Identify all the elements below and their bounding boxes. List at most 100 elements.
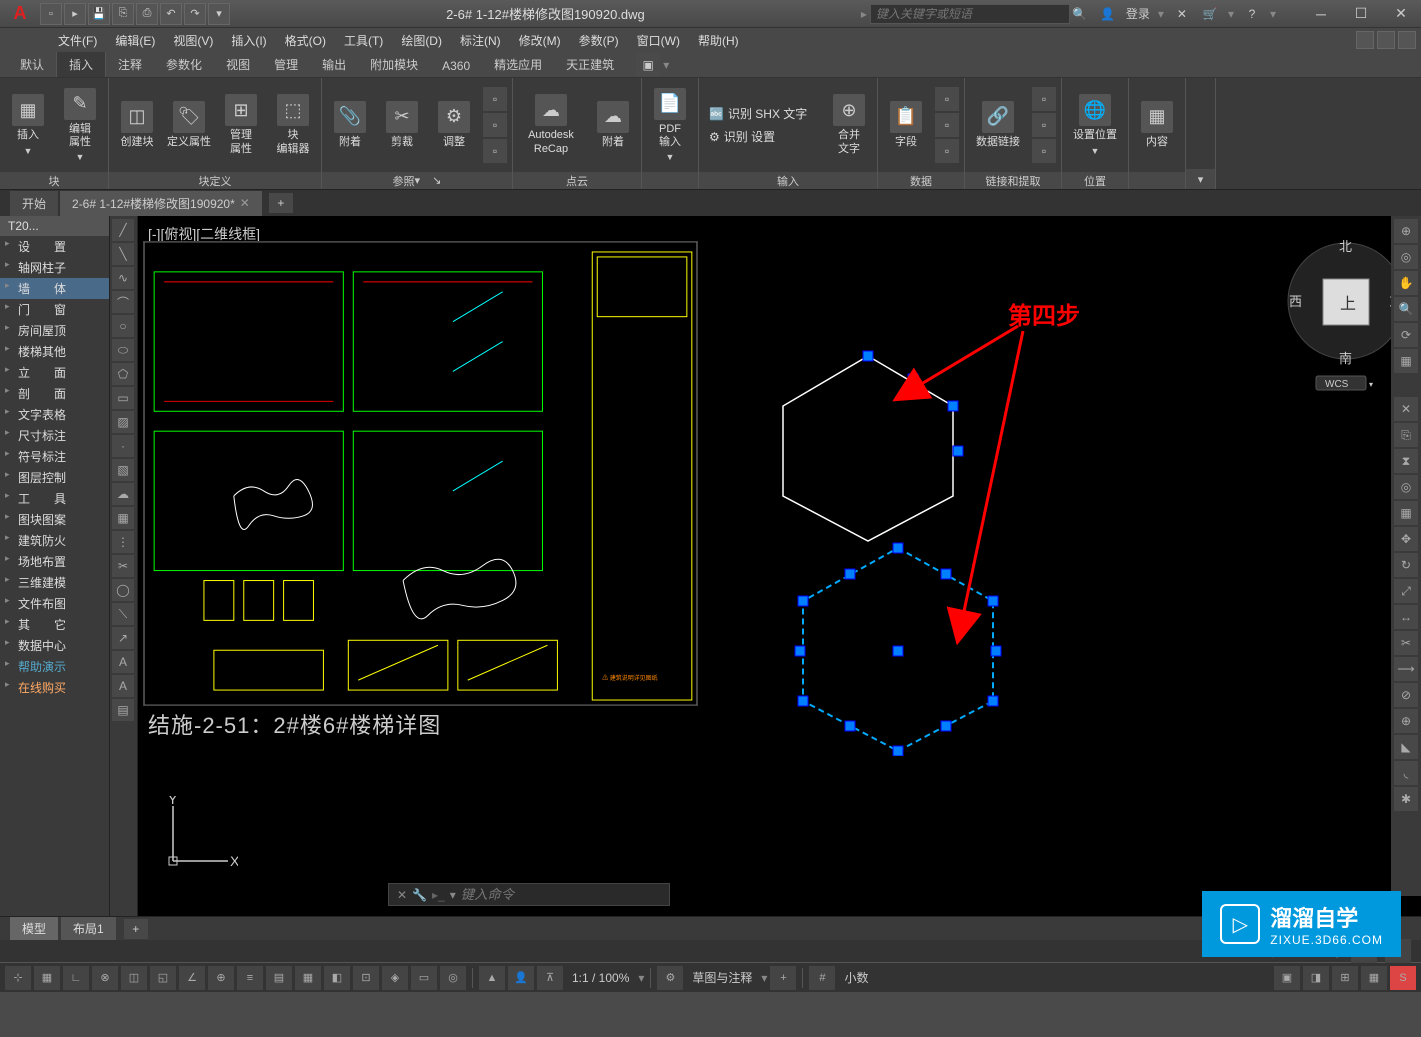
sidebar-item-fire[interactable]: 建筑防火 (0, 530, 109, 551)
point-tool-icon[interactable]: · (112, 435, 134, 457)
status-tb-icon[interactable]: ◎ (440, 966, 466, 990)
status-sogou-icon[interactable]: S (1390, 966, 1416, 990)
sidebar-item-text[interactable]: 文字表格 (0, 404, 109, 425)
menu-draw[interactable]: 绘图(D) (393, 29, 450, 52)
sidebar-item-room[interactable]: 房间屋顶 (0, 320, 109, 341)
file-tab-close-icon[interactable]: ✕ (240, 196, 250, 210)
spline-tool-icon[interactable]: ∿ (112, 267, 134, 289)
model-tab[interactable]: 模型 (10, 917, 58, 940)
sidebar-item-grid[interactable]: 轴网柱子 (0, 257, 109, 278)
sidebar-item-symbol[interactable]: 符号标注 (0, 446, 109, 467)
status-iso-icon[interactable]: ▲ (479, 966, 505, 990)
recognize-settings-button[interactable]: ⚙识别 设置 (704, 126, 820, 147)
mini-restore-icon[interactable] (1377, 31, 1395, 49)
revcloud-tool-icon[interactable]: ☁ (112, 483, 134, 505)
status-lwt-icon[interactable]: ≡ (237, 966, 263, 990)
status-3dosnap-icon[interactable]: ◱ (150, 966, 176, 990)
menu-edit[interactable]: 编辑(E) (107, 29, 163, 52)
ribbon-expand-icon[interactable]: ▣ (636, 53, 660, 77)
sidebar-item-section[interactable]: 剖 面 (0, 383, 109, 404)
ribbon-tab-a360[interactable]: A360 (430, 55, 482, 77)
mod-stretch-icon[interactable]: ↔ (1394, 605, 1418, 629)
manage-attr-button[interactable]: ⊞管理 属性 (216, 81, 266, 169)
ribbon-tab-tianzheng[interactable]: 天正建筑 (554, 52, 626, 77)
set-location-button[interactable]: 🌐设置位置▼ (1065, 81, 1125, 169)
cmd-wrench-icon[interactable]: 🔧 (412, 888, 427, 902)
ribbon-tab-annotate[interactable]: 注释 (106, 52, 154, 77)
ribbon-tab-manage[interactable]: 管理 (262, 52, 310, 77)
layout-add-button[interactable]: + (124, 919, 148, 939)
sidebar-item-help[interactable]: 帮助演示 (0, 656, 109, 677)
qat-dropdown-icon[interactable]: ▾ (208, 3, 230, 25)
maximize-button[interactable]: ☐ (1341, 0, 1381, 28)
qat-open-icon[interactable]: ▸ (64, 3, 86, 25)
mod-move-icon[interactable]: ✥ (1394, 527, 1418, 551)
status-am-icon[interactable]: ⊡ (353, 966, 379, 990)
xref-icon-1[interactable]: ▫ (483, 87, 507, 111)
mod-trim-icon[interactable]: ✂ (1394, 631, 1418, 655)
status-osnap-icon[interactable]: ◫ (121, 966, 147, 990)
block-editor-button[interactable]: ⬚块 编辑器 (268, 81, 318, 169)
qat-save-icon[interactable]: 💾 (88, 3, 110, 25)
xref-icon-2[interactable]: ▫ (483, 113, 507, 137)
drawing-canvas[interactable]: [-][俯视][二维线框] (138, 216, 1421, 916)
mod-chamfer-icon[interactable]: ◣ (1394, 735, 1418, 759)
user-icon[interactable]: 👤 (1098, 4, 1118, 24)
create-block-button[interactable]: ◫创建块 (112, 81, 162, 169)
status-dyn-icon[interactable]: ⊕ (208, 966, 234, 990)
datalink-button[interactable]: 🔗数据链接 (968, 81, 1028, 169)
menu-modify[interactable]: 修改(M) (511, 29, 569, 52)
mod-scale-icon[interactable]: ⤢ (1394, 579, 1418, 603)
status-num-icon[interactable]: # (809, 966, 835, 990)
ribbon-tab-featured[interactable]: 精选应用 (482, 52, 554, 77)
link-icon-2[interactable]: ▫ (1032, 113, 1056, 137)
menu-file[interactable]: 文件(F) (50, 29, 105, 52)
menu-tools[interactable]: 工具(T) (336, 29, 391, 52)
command-input[interactable] (461, 887, 661, 902)
hatch-tool-icon[interactable]: ▨ (112, 411, 134, 433)
mod-offset-icon[interactable]: ◎ (1394, 475, 1418, 499)
file-tab-current[interactable]: 2-6# 1-12#楼梯修改图190920*✕ (60, 191, 262, 216)
status-vp-icon[interactable]: ▭ (411, 966, 437, 990)
status-person-icon[interactable]: 👤 (508, 966, 534, 990)
mod-extend-icon[interactable]: ⟶ (1394, 657, 1418, 681)
status-as-icon[interactable]: ⊼ (537, 966, 563, 990)
nav-showmotion-icon[interactable]: ▦ (1394, 349, 1418, 373)
status-ortho-icon[interactable]: ∟ (63, 966, 89, 990)
ribbon-tab-insert[interactable]: 插入 (56, 51, 106, 77)
mini-minimize-icon[interactable] (1356, 31, 1374, 49)
ribbon-tab-addins[interactable]: 附加模块 (358, 52, 430, 77)
layout-tab-1[interactable]: 布局1 (61, 917, 116, 940)
mod-fillet-icon[interactable]: ◟ (1394, 761, 1418, 785)
break-tool-icon[interactable]: ✂ (112, 555, 134, 577)
define-attr-button[interactable]: 🏷定义属性 (164, 81, 214, 169)
menu-help[interactable]: 帮助(H) (690, 29, 747, 52)
mod-explode-icon[interactable]: ✱ (1394, 787, 1418, 811)
ribbon-overflow-icon[interactable]: ▾ (1186, 169, 1215, 189)
status-num-label[interactable]: 小数 (838, 969, 874, 986)
nav-compass-icon[interactable]: ⊕ (1394, 219, 1418, 243)
pdf-import-button[interactable]: 📄PDF 输入▼ (645, 81, 695, 169)
mod-array-icon[interactable]: ▦ (1394, 501, 1418, 525)
link-icon-3[interactable]: ▫ (1032, 139, 1056, 163)
cart-icon[interactable]: 🛒 (1200, 4, 1220, 24)
recap-button[interactable]: ☁Autodesk ReCap (516, 81, 586, 169)
text-tool-icon[interactable]: A (112, 675, 134, 697)
nav-pan-icon[interactable]: ✋ (1394, 271, 1418, 295)
status-gear-icon[interactable]: ⚙ (657, 966, 683, 990)
line-tool-icon[interactable]: ╱ (112, 219, 134, 241)
xref-icon-3[interactable]: ▫ (483, 139, 507, 163)
nav-orbit-icon[interactable]: ⟳ (1394, 323, 1418, 347)
menu-format[interactable]: 格式(O) (277, 29, 334, 52)
sidebar-item-settings[interactable]: 设 置 (0, 236, 109, 257)
ray-tool-icon[interactable]: ↗ (112, 627, 134, 649)
sidebar-item-data[interactable]: 数据中心 (0, 635, 109, 656)
app-logo-icon[interactable]: A (5, 2, 35, 26)
minimize-button[interactable]: ─ (1301, 0, 1341, 28)
polygon-tool-icon[interactable]: ⬠ (112, 363, 134, 385)
data-icon-2[interactable]: ▫ (935, 113, 959, 137)
sidebar-item-other[interactable]: 其 它 (0, 614, 109, 635)
status-grid-icon[interactable]: ▦ (34, 966, 60, 990)
sidebar-item-door[interactable]: 门 窗 (0, 299, 109, 320)
sidebar-item-layout[interactable]: 文件布图 (0, 593, 109, 614)
